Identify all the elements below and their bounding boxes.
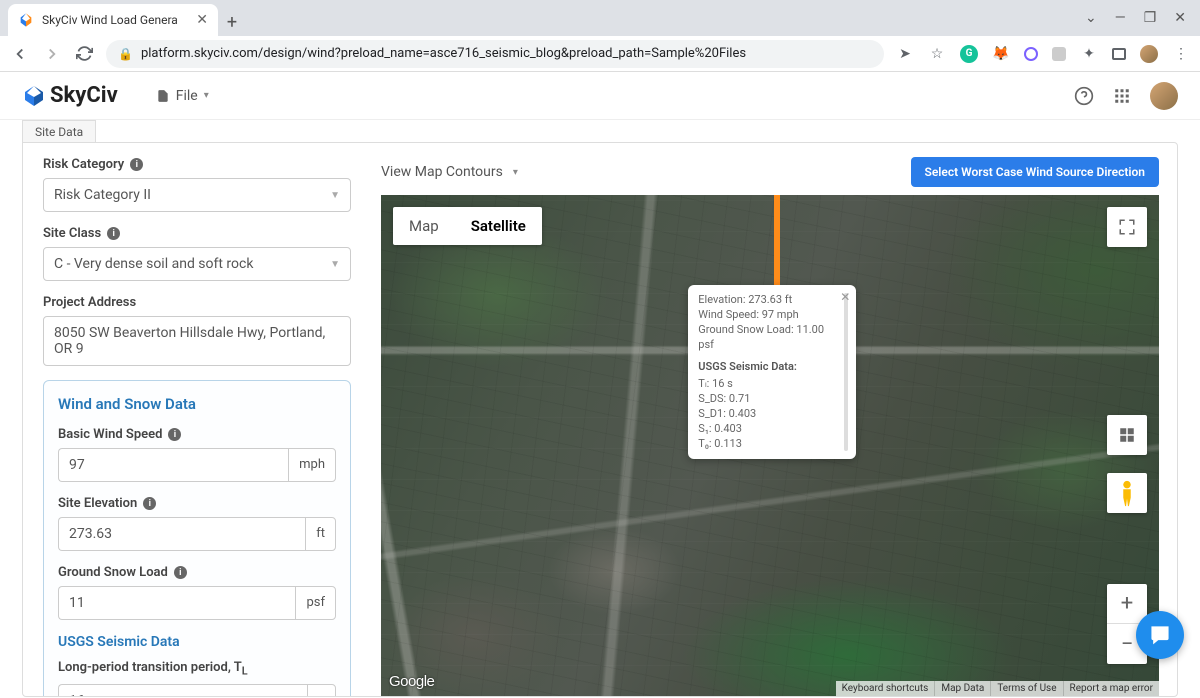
skyciv-logo-icon: [22, 84, 46, 108]
usgs-title: USGS Seismic Data: [58, 634, 336, 650]
chevron-down-icon: ▾: [513, 167, 518, 178]
site-class-select[interactable]: C - Very dense soil and soft rock▼: [43, 247, 351, 281]
info-s1: S₁: 0.403: [698, 422, 840, 437]
ext-square-icon[interactable]: [1052, 47, 1066, 61]
report-error-link[interactable]: Report a map error: [1063, 681, 1159, 696]
extensions-icon[interactable]: ✦: [1080, 45, 1098, 63]
file-menu[interactable]: File ▾: [156, 88, 209, 104]
sidebar-form: Risk Category i Risk Category II▼ Site Cl…: [23, 143, 371, 696]
terms-link[interactable]: Terms of Use: [990, 681, 1062, 696]
minimize-icon[interactable]: —: [1115, 10, 1126, 26]
info-window-scrollbar[interactable]: [844, 293, 848, 451]
risk-category-label: Risk Category: [43, 157, 124, 172]
lock-icon: 🔒: [118, 47, 133, 61]
info-snow: Ground Snow Load: 11.00 psf: [698, 323, 840, 353]
chevron-down-icon: ▼: [330, 259, 340, 270]
wind-snow-title: Wind and Snow Data: [58, 395, 336, 413]
unit-label: psf: [295, 586, 336, 620]
project-address-label: Project Address: [43, 295, 136, 310]
wind-direction-line: [774, 195, 780, 290]
wind-snow-card: Wind and Snow Data Basic Wind Speed i mph…: [43, 380, 351, 696]
risk-category-select[interactable]: Risk Category II▼: [43, 178, 351, 212]
unit-label: s: [307, 684, 336, 696]
browser-tab[interactable]: SkyCiv Wind Load Genera ✕: [8, 4, 218, 36]
maximize-icon[interactable]: ❐: [1144, 10, 1157, 26]
skyciv-favicon: [18, 12, 34, 28]
info-usgs-title: USGS Seismic Data:: [698, 360, 840, 375]
reload-button[interactable]: [74, 44, 94, 64]
ext-grammarly-icon[interactable]: G: [960, 45, 978, 63]
unit-label: ft: [305, 517, 336, 551]
ground-snow-load-input[interactable]: [58, 586, 295, 620]
long-period-input[interactable]: [58, 684, 307, 696]
info-sds: S_DS: 0.71: [698, 392, 840, 407]
info-icon[interactable]: i: [130, 158, 143, 171]
basic-wind-speed-label: Basic Wind Speed: [58, 427, 162, 442]
intercom-launcher[interactable]: [1136, 611, 1184, 659]
chevron-down-icon: ▾: [204, 90, 209, 101]
streetview-pegman[interactable]: [1107, 473, 1147, 513]
back-button[interactable]: [10, 44, 30, 64]
project-address-input[interactable]: 8050 SW Beaverton Hillsdale Hwy, Portlan…: [43, 316, 351, 366]
tab-site-data[interactable]: Site Data: [22, 120, 96, 143]
site-class-label: Site Class: [43, 226, 101, 241]
close-window-icon[interactable]: ✕: [1174, 10, 1186, 26]
help-icon[interactable]: [1074, 86, 1094, 106]
site-elevation-input[interactable]: [58, 517, 305, 551]
profile-avatar[interactable]: [1140, 45, 1158, 63]
panel-icon[interactable]: [1112, 48, 1126, 60]
worst-case-button[interactable]: Select Worst Case Wind Source Direction: [911, 157, 1159, 187]
chat-icon: [1148, 623, 1172, 647]
view-contours-dropdown[interactable]: View Map Contours▾: [381, 164, 518, 180]
zoom-in-button[interactable]: +: [1107, 584, 1147, 624]
menu-icon[interactable]: ⋮: [1172, 45, 1190, 63]
apps-grid-icon[interactable]: [1112, 86, 1132, 106]
site-elevation-label: Site Elevation: [58, 496, 137, 511]
map-type-map[interactable]: Map: [393, 207, 455, 245]
unit-label: mph: [288, 448, 336, 482]
address-bar[interactable]: 🔒 platform.skyciv.com/design/wind?preloa…: [106, 40, 884, 68]
map-footer: Keyboard shortcuts Map Data Terms of Use…: [836, 681, 1159, 696]
bookmark-icon[interactable]: ☆: [928, 45, 946, 63]
info-icon[interactable]: i: [107, 227, 120, 240]
info-sd1: S_D1: 0.403: [698, 407, 840, 422]
skyciv-logo[interactable]: SkyCiv: [22, 83, 118, 108]
app-header: SkyCiv File ▾: [0, 72, 1200, 120]
tab-title: SkyCiv Wind Load Genera: [42, 13, 178, 27]
info-icon[interactable]: i: [168, 428, 181, 441]
keyboard-shortcuts-link[interactable]: Keyboard shortcuts: [836, 681, 935, 696]
close-tab-icon[interactable]: ✕: [196, 12, 208, 28]
map-data-link[interactable]: Map Data: [934, 681, 990, 696]
ext-metamask-icon[interactable]: 🦊: [992, 45, 1010, 63]
info-tl: Tₗ: 16 s: [698, 377, 840, 392]
url-text: platform.skyciv.com/design/wind?preload_…: [141, 46, 746, 61]
map[interactable]: Map Satellite + − Elevation: 273.63 ft W…: [381, 195, 1159, 696]
info-wind: Wind Speed: 97 mph: [698, 308, 840, 323]
map-info-window: Elevation: 273.63 ft Wind Speed: 97 mph …: [688, 285, 856, 459]
close-info-window[interactable]: ✕: [840, 291, 850, 303]
map-type-satellite[interactable]: Satellite: [455, 207, 542, 245]
basic-wind-speed-input[interactable]: [58, 448, 288, 482]
info-icon[interactable]: i: [143, 497, 156, 510]
layers-button[interactable]: [1107, 415, 1147, 455]
info-elevation: Elevation: 273.63 ft: [698, 293, 840, 308]
info-t0: T₀: 0.113: [698, 437, 840, 452]
share-icon[interactable]: ➤: [896, 45, 914, 63]
ext-circle-icon[interactable]: [1024, 47, 1038, 61]
fullscreen-button[interactable]: [1107, 207, 1147, 247]
new-tab-button[interactable]: +: [218, 8, 246, 36]
user-avatar[interactable]: [1150, 82, 1178, 110]
ground-snow-load-label: Ground Snow Load: [58, 565, 168, 580]
file-icon: [156, 89, 170, 103]
google-logo: Google: [389, 673, 434, 690]
forward-button[interactable]: [42, 44, 62, 64]
chevron-down-icon[interactable]: ⌄: [1085, 10, 1097, 26]
info-icon[interactable]: i: [174, 566, 187, 579]
chevron-down-icon: ▼: [330, 190, 340, 201]
